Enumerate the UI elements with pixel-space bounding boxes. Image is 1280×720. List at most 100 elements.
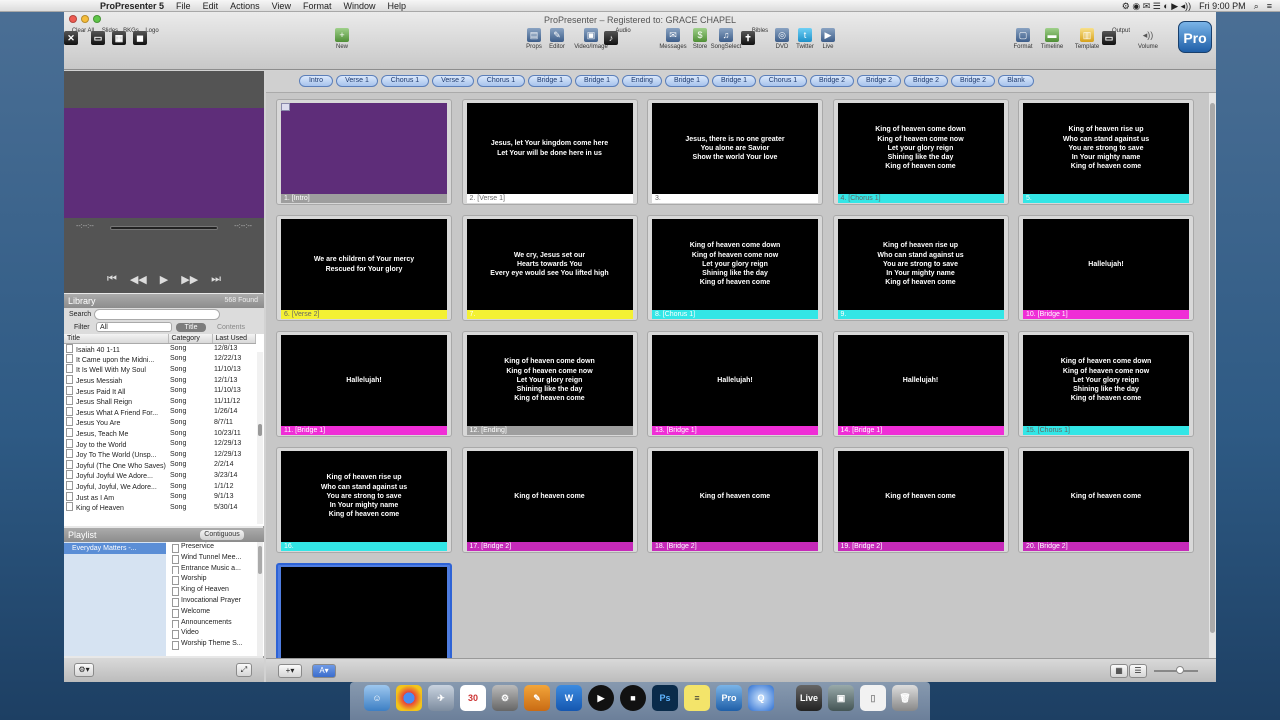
scrub-bar[interactable] xyxy=(110,226,218,230)
contiguous-button[interactable]: Contiguous xyxy=(200,530,244,540)
library-row[interactable]: Jesus Shall Reign Song 11/11/12 xyxy=(64,396,255,407)
add-button[interactable]: +▾ xyxy=(278,664,302,678)
library-row[interactable]: King of Heaven Song 5/30/14 xyxy=(64,502,255,513)
group-button[interactable]: Ending xyxy=(622,75,662,87)
library-row[interactable]: Jesus Messiah Song 12/1/13 xyxy=(64,375,255,386)
playlist-item[interactable]: Wind Tunnel Mee... xyxy=(169,553,255,564)
text-tool-button[interactable]: A▾ xyxy=(312,664,336,678)
new-button[interactable]: + New xyxy=(323,28,361,50)
live-app-icon[interactable]: Live xyxy=(796,685,822,711)
group-button[interactable]: Bridge 1 xyxy=(528,75,572,87)
finder-icon[interactable]: ☺ xyxy=(364,685,390,711)
slide-thumbnail[interactable] xyxy=(276,563,452,669)
library-row[interactable]: Jesus What A Friend For... Song 1/26/14 xyxy=(64,407,255,418)
photoshop-icon[interactable]: Ps xyxy=(652,685,678,711)
slide-thumbnail[interactable]: King of heaven come 17. [Bridge 2] xyxy=(461,447,638,553)
slide-thumbnail[interactable]: King of heaven come down King of heaven … xyxy=(832,99,1009,205)
slide-thumbnail[interactable]: King of heaven rise up Who can stand aga… xyxy=(832,215,1009,321)
group-button[interactable]: Chorus 1 xyxy=(381,75,429,87)
document-icon[interactable]: ▯ xyxy=(860,685,886,711)
gear-menu-button[interactable]: ⚙▾ xyxy=(74,663,94,677)
library-row[interactable]: Joyful (The One Who Saves) Song 2/2/14 xyxy=(64,460,255,471)
trash-icon[interactable]: 🗑 xyxy=(892,685,918,711)
library-row[interactable]: Joy To The World (Unsp... Song 12/29/13 xyxy=(64,449,255,460)
chrome-icon[interactable] xyxy=(396,685,422,711)
group-button[interactable]: Intro xyxy=(299,75,333,87)
play-icon[interactable]: ▶ xyxy=(160,273,168,291)
playlist-item[interactable]: Worship xyxy=(169,574,255,586)
slide-thumbnail[interactable]: Jesus, let Your kingdom come here Let Yo… xyxy=(461,99,638,205)
slide-thumbnail[interactable]: King of heaven come 19. [Bridge 2] xyxy=(832,447,1009,553)
notifications-icon[interactable]: ≡ xyxy=(1267,1,1272,11)
playlist-item[interactable]: Video xyxy=(169,628,255,640)
slide-thumbnail[interactable]: King of heaven come 20. [Bridge 2] xyxy=(1018,447,1194,553)
menu-window[interactable]: Window xyxy=(343,1,375,11)
slide-thumbnail[interactable]: Hallelujah! 10. [Bridge 1] xyxy=(1018,215,1194,321)
filter-contents-toggle[interactable]: Contents xyxy=(214,323,248,332)
live-button[interactable]: ▶ Live xyxy=(809,28,847,50)
rewind-icon[interactable]: ◀◀ xyxy=(130,273,147,291)
group-button[interactable]: Bridge 2 xyxy=(810,75,854,87)
slide-thumbnail[interactable]: We are children of Your mercy Rescued fo… xyxy=(276,215,452,321)
slide-thumbnail[interactable]: Jesus, there is no one greater You alone… xyxy=(647,99,823,205)
search-input[interactable] xyxy=(94,309,220,320)
playlist-item[interactable]: Worship Theme S... xyxy=(169,639,255,650)
library-row[interactable]: It Is Well With My Soul Song 11/10/13 xyxy=(64,364,255,375)
skip-back-icon[interactable]: ⏮ xyxy=(107,273,117,291)
photos-icon[interactable]: ▣ xyxy=(828,685,854,711)
slide-thumbnail[interactable]: King of heaven come down King of heaven … xyxy=(647,215,823,321)
group-button[interactable]: Bridge 1 xyxy=(575,75,619,87)
library-row[interactable]: Isaiah 40 1-11 Song 12/8/13 xyxy=(64,343,255,354)
skip-forward-icon[interactable]: ⏭ xyxy=(211,273,221,291)
slide-thumbnail[interactable]: King of heaven come 18. [Bridge 2] xyxy=(647,447,823,553)
status-icons[interactable]: ⚙ ◉ ✉ ☰ ◐ ▶ ◂)) xyxy=(1122,1,1191,12)
menu-edit[interactable]: Edit xyxy=(203,1,219,11)
fast-forward-icon[interactable]: ▶▶ xyxy=(181,273,198,291)
group-button[interactable]: Bridge 2 xyxy=(904,75,948,87)
calendar-icon[interactable]: 30 xyxy=(460,685,486,711)
library-row[interactable]: Joy to the World Song 12/29/13 xyxy=(64,438,255,449)
filter-select[interactable]: All xyxy=(96,322,172,332)
group-button[interactable]: Bridge 2 xyxy=(951,75,995,87)
menu-help[interactable]: Help xyxy=(387,1,406,11)
group-button[interactable]: Verse 1 xyxy=(336,75,378,87)
playlist-item[interactable]: Announcements xyxy=(169,618,255,629)
slide-thumbnail[interactable]: King of heaven come down King of heaven … xyxy=(1018,331,1194,437)
grid-view-button[interactable]: ▦ xyxy=(1110,664,1128,678)
group-button[interactable]: Bridge 1 xyxy=(712,75,756,87)
menu-file[interactable]: File xyxy=(176,1,191,11)
slide-thumbnail[interactable]: We cry, Jesus set our Hearts towards You… xyxy=(461,215,638,321)
menu-view[interactable]: View xyxy=(272,1,291,11)
volume-button[interactable]: ◂)) Volume xyxy=(1129,28,1167,50)
filter-title-toggle[interactable]: Title xyxy=(176,323,206,332)
group-button[interactable]: Chorus 1 xyxy=(477,75,525,87)
mail-icon[interactable]: ✈ xyxy=(428,685,454,711)
template-button[interactable]: ▥ Template xyxy=(1068,28,1106,50)
stickies-icon[interactable]: ≡ xyxy=(684,685,710,711)
playlist-item[interactable]: King of Heaven xyxy=(169,585,255,596)
list-view-button[interactable]: ☰ xyxy=(1129,664,1147,678)
column-category[interactable]: Category xyxy=(168,334,213,344)
zoom-slider-thumb[interactable] xyxy=(1176,666,1184,674)
library-row[interactable]: Jesus Paid It All Song 11/10/13 xyxy=(64,385,255,396)
library-row[interactable]: Just as I Am Song 9/1/13 xyxy=(64,491,255,502)
playlist-item[interactable]: Invocational Prayer xyxy=(169,596,255,607)
system-preferences-icon[interactable]: ⚙ xyxy=(492,685,518,711)
slide-thumbnail[interactable]: 1. [Intro] xyxy=(276,99,452,205)
library-row[interactable]: Jesus, Teach Me Song 10/23/11 xyxy=(64,428,255,439)
quicktime-icon[interactable]: Q xyxy=(748,685,774,711)
group-button[interactable]: Chorus 1 xyxy=(759,75,807,87)
slide-thumbnail[interactable]: King of heaven come down King of heaven … xyxy=(461,331,638,437)
slide-scrollbar[interactable] xyxy=(1209,93,1216,658)
library-row[interactable]: Jesus You Are Song 8/7/11 xyxy=(64,417,255,428)
logo-button[interactable]: ◼ Logo xyxy=(133,28,171,45)
playlist-selected[interactable]: Everyday Matters -... xyxy=(64,543,166,554)
library-scrollbar[interactable] xyxy=(257,352,263,524)
group-button[interactable]: Bridge 2 xyxy=(857,75,901,87)
slide-thumbnail[interactable]: King of heaven rise up Who can stand aga… xyxy=(276,447,452,553)
word-icon[interactable]: W xyxy=(556,685,582,711)
play-media-icon[interactable]: ▶ xyxy=(588,685,614,711)
group-button[interactable]: Bridge 1 xyxy=(665,75,709,87)
playlist-item[interactable]: Entrance Music a... xyxy=(169,564,255,575)
library-row[interactable]: Joyful Joyful We Adore... Song 3/23/14 xyxy=(64,470,255,481)
